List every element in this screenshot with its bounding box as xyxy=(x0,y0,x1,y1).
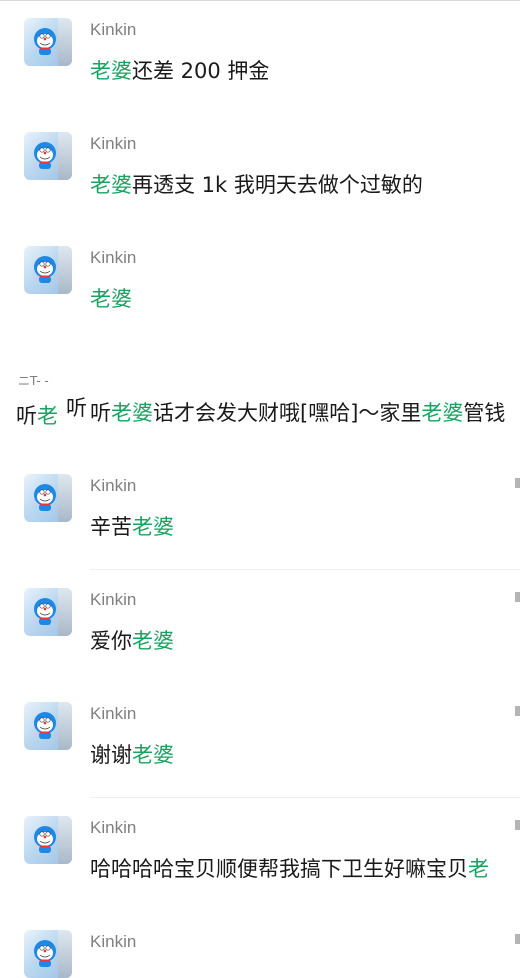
sender-name: Kinkin xyxy=(90,818,137,837)
avatar[interactable] xyxy=(24,132,72,180)
message-segment: 爱你 xyxy=(90,629,132,653)
timestamp-edge-mark xyxy=(515,934,520,944)
message-segment: 再透支 1k 我明天去做个过敏的 xyxy=(132,173,423,197)
sender-name: Kinkin xyxy=(90,704,137,723)
avatar[interactable] xyxy=(24,246,72,294)
avatar-background-building xyxy=(58,588,72,636)
sender-name: Kinkin xyxy=(90,134,137,153)
message-segment: 听 xyxy=(90,401,111,425)
avatar-background-building xyxy=(58,930,72,978)
sender-name: Kinkin xyxy=(90,476,137,495)
doraemon-icon xyxy=(34,940,56,967)
avatar[interactable] xyxy=(24,474,72,522)
doraemon-icon xyxy=(34,256,56,283)
highlighted-keyword: 老婆 xyxy=(132,629,174,653)
partial-avatar-left-prefix: 听 xyxy=(16,404,37,428)
highlighted-keyword: 老婆 xyxy=(421,401,464,425)
message-text: 听老婆话才会发大财哦[嘿哈]～家里老婆管钱 xyxy=(90,397,505,427)
message-text: 老婆 xyxy=(90,283,132,313)
partial-avatar-right-text: 听 xyxy=(66,396,87,420)
chat-message-row[interactable]: Kinkin xyxy=(0,0,520,978)
message-text: 辛苦老婆 xyxy=(90,511,174,541)
doraemon-icon xyxy=(34,142,56,169)
timestamp-edge-mark xyxy=(515,592,520,602)
avatar[interactable] xyxy=(24,588,72,636)
avatar[interactable] xyxy=(24,930,72,978)
message-divider xyxy=(90,569,520,570)
avatar[interactable] xyxy=(24,816,72,864)
avatar-background-building xyxy=(58,132,72,180)
partial-avatar-preview[interactable]: ニT- - 听老听 xyxy=(8,370,87,430)
avatar-background-building xyxy=(58,246,72,294)
sender-name: Kinkin xyxy=(90,248,137,267)
doraemon-icon xyxy=(34,826,56,853)
doraemon-icon xyxy=(34,712,56,739)
message-text: 谢谢老婆 xyxy=(90,739,174,769)
message-divider xyxy=(90,797,520,798)
message-text: 爱你老婆 xyxy=(90,625,174,655)
highlighted-keyword: 老婆 xyxy=(132,515,174,539)
timestamp-edge-mark xyxy=(515,706,520,716)
avatar[interactable] xyxy=(24,702,72,750)
sender-name: Kinkin xyxy=(90,590,137,609)
partial-avatar-left-text: 听老 xyxy=(16,400,58,430)
sender-name: Kinkin xyxy=(90,932,137,951)
doraemon-icon xyxy=(34,484,56,511)
avatar-background-building xyxy=(58,816,72,864)
timestamp-edge-mark xyxy=(515,820,520,830)
message-segment: 谢谢 xyxy=(90,743,132,767)
message-segment: 辛苦 xyxy=(90,515,132,539)
timestamp-edge-mark xyxy=(515,478,520,488)
avatar-background-building xyxy=(58,474,72,522)
highlighted-keyword: 老 xyxy=(468,857,489,881)
message-segment: 哈哈哈哈宝贝顺便帮我搞下卫生好嘛宝贝 xyxy=(90,857,468,881)
message-text: 哈哈哈哈宝贝顺便帮我搞下卫生好嘛宝贝老 xyxy=(90,853,489,883)
highlighted-keyword: 老婆 xyxy=(90,173,132,197)
message-text: 老婆再透支 1k 我明天去做个过敏的 xyxy=(90,169,423,199)
avatar-background-building xyxy=(58,702,72,750)
highlighted-keyword: 老婆 xyxy=(132,743,174,767)
message-segment: 管钱 xyxy=(463,401,506,425)
partial-avatar-top-text: ニT- - xyxy=(18,374,49,388)
partial-avatar-left-highlight: 老 xyxy=(37,404,58,428)
message-segment: 话才会发大财哦[嘿哈]～家里 xyxy=(153,401,422,425)
doraemon-icon xyxy=(34,598,56,625)
highlighted-keyword: 老婆 xyxy=(111,401,153,425)
highlighted-keyword: 老婆 xyxy=(90,287,132,311)
